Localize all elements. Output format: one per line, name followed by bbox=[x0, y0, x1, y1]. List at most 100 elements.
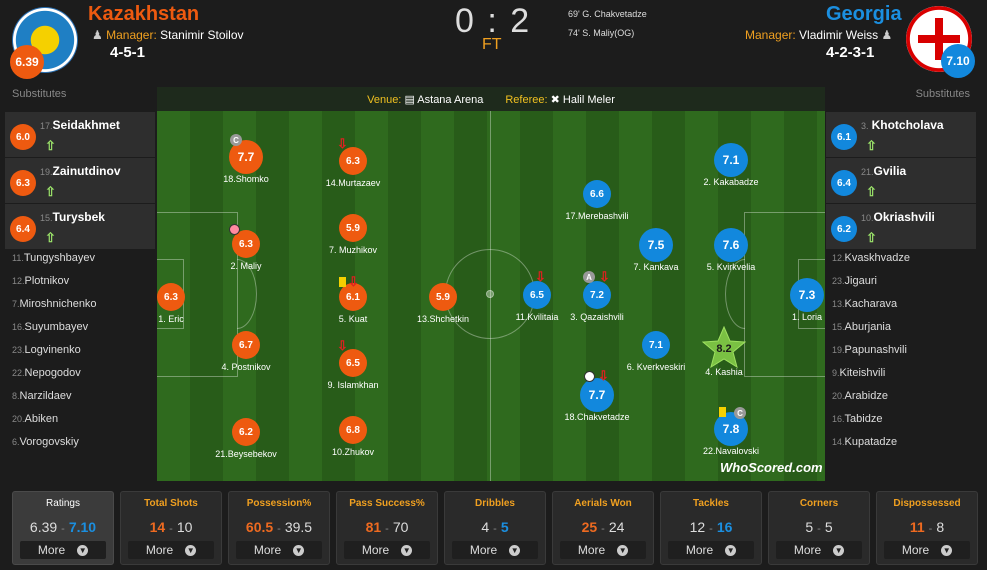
yellow-card-icon bbox=[719, 407, 726, 417]
home-sub-played[interactable]: 6.4 15.Turysbek ⇧ bbox=[5, 204, 155, 250]
chevron-down-icon: ▼ bbox=[833, 544, 845, 556]
sub-in-icon: ⇧ bbox=[866, 230, 877, 245]
away-bench-player[interactable]: 16.Tabidze bbox=[832, 413, 982, 436]
stat-aerials-won[interactable]: Aerials Won 25-24 More ▼ bbox=[552, 491, 654, 565]
own-goal-icon bbox=[229, 224, 240, 235]
manager-icon: ♟ bbox=[92, 28, 103, 42]
player-marker[interactable]: 7.5 7. Kankava bbox=[633, 228, 679, 272]
player-marker[interactable]: 6.8 10.Zhukov bbox=[332, 416, 374, 457]
center-spot bbox=[486, 290, 494, 298]
stat-tackles[interactable]: Tackles 12-16 More ▼ bbox=[660, 491, 762, 565]
player-marker[interactable]: 6.2 21.Beysebekov bbox=[215, 418, 277, 459]
home-bench-player[interactable]: 6.Vorogovskiy bbox=[12, 436, 162, 459]
match-info-bar: Venue: ▤ Astana Arena Referee: ✖ Halil M… bbox=[157, 87, 825, 111]
more-button[interactable]: More ▼ bbox=[20, 541, 106, 559]
player-marker[interactable]: 6.1 ⇩ 5. Kuat bbox=[339, 274, 368, 324]
player-marker[interactable]: 5.9 7. Muzhikov bbox=[329, 214, 377, 255]
player-marker[interactable]: 6.7 4. Postnikov bbox=[221, 331, 271, 372]
home-bench-player[interactable]: 23.Logvinenko bbox=[12, 344, 162, 367]
player-marker[interactable]: 6.3 2. Maliy bbox=[229, 224, 262, 271]
stat-corners[interactable]: Corners 5-5 More ▼ bbox=[768, 491, 870, 565]
goal-event: 69' G. Chakvetadze bbox=[568, 9, 647, 19]
player-marker[interactable]: 6.3 1. Eric bbox=[157, 283, 185, 324]
sub-out-icon: ⇩ bbox=[598, 368, 609, 383]
chevron-down-icon: ▼ bbox=[77, 544, 89, 556]
stat-total-shots[interactable]: Total Shots 14-10 More ▼ bbox=[120, 491, 222, 565]
player-marker[interactable]: 6.5 ⇩ 9. Islamkhan bbox=[327, 338, 378, 390]
home-bench-player[interactable]: 8.Narzildaev bbox=[12, 390, 162, 413]
player-marker[interactable]: 7.1 2. Kakabadze bbox=[703, 143, 759, 187]
sub-rating: 6.2 bbox=[831, 216, 857, 242]
home-bench-player[interactable]: 11.Tungyshbayev bbox=[12, 252, 162, 275]
captain-icon: C bbox=[230, 134, 242, 146]
sub-in-icon: ⇧ bbox=[45, 184, 56, 199]
goal-event: 74' S. Maliy(OG) bbox=[568, 28, 635, 38]
assist-icon: A bbox=[583, 271, 595, 283]
away-bench-player[interactable]: 12.Kvaskhvadze bbox=[832, 252, 982, 275]
home-formation: 4-5-1 bbox=[110, 44, 146, 61]
more-button[interactable]: More ▼ bbox=[776, 541, 862, 559]
home-bench-player[interactable]: 7.Miroshnichenko bbox=[12, 298, 162, 321]
stat-possession[interactable]: Possession% 60.5-39.5 More ▼ bbox=[228, 491, 330, 565]
home-sub-played[interactable]: 6.3 19.Zainutdinov ⇧ bbox=[5, 158, 155, 204]
home-substitutes-label: Substitutes bbox=[12, 88, 67, 100]
home-team-name[interactable]: Kazakhstan bbox=[88, 3, 199, 26]
sub-in-icon: ⇧ bbox=[45, 138, 56, 153]
player-marker[interactable]: 7.2 A ⇩ 3. Qazaishvili bbox=[570, 269, 624, 322]
away-bench-player[interactable]: 23.Jigauri bbox=[832, 275, 982, 298]
player-marker[interactable]: 6.5 ⇩ 11.Kvilitaia bbox=[516, 269, 559, 322]
stat-ratings[interactable]: Ratings 6.39-7.10 More ▼ bbox=[12, 491, 114, 565]
sub-rating: 6.0 bbox=[10, 124, 36, 150]
away-bench-player[interactable]: 20.Arabidze bbox=[832, 390, 982, 413]
player-marker[interactable]: 5.9 13.Shchetkin bbox=[417, 283, 469, 324]
away-sub-played[interactable]: 6.1 3. Khotcholava ⇧ bbox=[826, 112, 976, 158]
manager-icon: ♟ bbox=[881, 28, 893, 42]
player-marker[interactable]: 7.7 C 18.Shomko bbox=[223, 134, 269, 184]
stat-pass-success[interactable]: Pass Success% 81-70 More ▼ bbox=[336, 491, 438, 565]
more-button[interactable]: More ▼ bbox=[560, 541, 646, 559]
stat-dispossessed[interactable]: Dispossessed 11-8 More ▼ bbox=[876, 491, 978, 565]
more-button[interactable]: More ▼ bbox=[128, 541, 214, 559]
away-sub-played[interactable]: 6.2 10.Okriashvili ⇧ bbox=[826, 204, 976, 250]
home-bench-player[interactable]: 22.Nepogodov bbox=[12, 367, 162, 390]
away-bench-player[interactable]: 9.Kiteishvili bbox=[832, 367, 982, 390]
sub-out-icon: ⇩ bbox=[337, 136, 348, 151]
away-bench-player[interactable]: 19.Papunashvili bbox=[832, 344, 982, 367]
away-sub-played[interactable]: 6.4 21.Gvilia ⇧ bbox=[826, 158, 976, 204]
player-marker[interactable]: 7.6 5. Kvirkvelia bbox=[707, 228, 755, 272]
goal-ball-icon bbox=[584, 371, 595, 382]
more-button[interactable]: More ▼ bbox=[452, 541, 538, 559]
sub-out-icon: ⇩ bbox=[599, 269, 610, 284]
sub-out-icon: ⇩ bbox=[348, 274, 359, 289]
more-button[interactable]: More ▼ bbox=[344, 541, 430, 559]
player-marker[interactable]: 7.3 1. Loria bbox=[790, 278, 824, 322]
home-team-rating: 6.39 bbox=[10, 45, 44, 79]
whoscored-logo[interactable]: WhoScored.com bbox=[720, 460, 823, 475]
sub-rating: 6.3 bbox=[10, 170, 36, 196]
home-bench-player[interactable]: 16.Suyumbayev bbox=[12, 321, 162, 344]
sub-in-icon: ⇧ bbox=[45, 230, 56, 245]
player-marker[interactable]: 7.1 6. Kverkveskiri bbox=[627, 331, 685, 372]
more-button[interactable]: More ▼ bbox=[884, 541, 970, 559]
sub-out-icon: ⇩ bbox=[535, 269, 546, 284]
more-button[interactable]: More ▼ bbox=[668, 541, 754, 559]
stadium-icon: ▤ bbox=[404, 93, 415, 106]
more-button[interactable]: More ▼ bbox=[236, 541, 322, 559]
chevron-down-icon: ▼ bbox=[293, 544, 305, 556]
player-marker-man-of-match[interactable]: 8.2 4. Kashia bbox=[702, 326, 746, 377]
stat-dribbles[interactable]: Dribbles 4-5 More ▼ bbox=[444, 491, 546, 565]
away-bench-player[interactable]: 14.Kupatadze bbox=[832, 436, 982, 459]
sub-in-icon: ⇧ bbox=[866, 138, 877, 153]
player-marker[interactable]: 6.6 17.Merebashvili bbox=[565, 180, 629, 221]
player-marker[interactable]: 7.7 ⇩ 18.Chakvetadze bbox=[564, 368, 629, 422]
chevron-down-icon: ▼ bbox=[185, 544, 197, 556]
away-team-name[interactable]: Georgia bbox=[826, 3, 902, 26]
player-marker[interactable]: 6.3 ⇩ 14.Murtazaev bbox=[326, 136, 381, 188]
home-bench-player[interactable]: 12.Plotnikov bbox=[12, 275, 162, 298]
away-bench-player[interactable]: 15.Aburjania bbox=[832, 321, 982, 344]
home-bench-player[interactable]: 20.Abiken bbox=[12, 413, 162, 436]
home-sub-played[interactable]: 6.0 17.Seidakhmet ⇧ bbox=[5, 112, 155, 158]
away-bench-player[interactable]: 13.Kacharava bbox=[832, 298, 982, 321]
sub-rating: 6.4 bbox=[831, 170, 857, 196]
player-marker[interactable]: 7.8 C 22.Navalovski bbox=[703, 407, 759, 456]
